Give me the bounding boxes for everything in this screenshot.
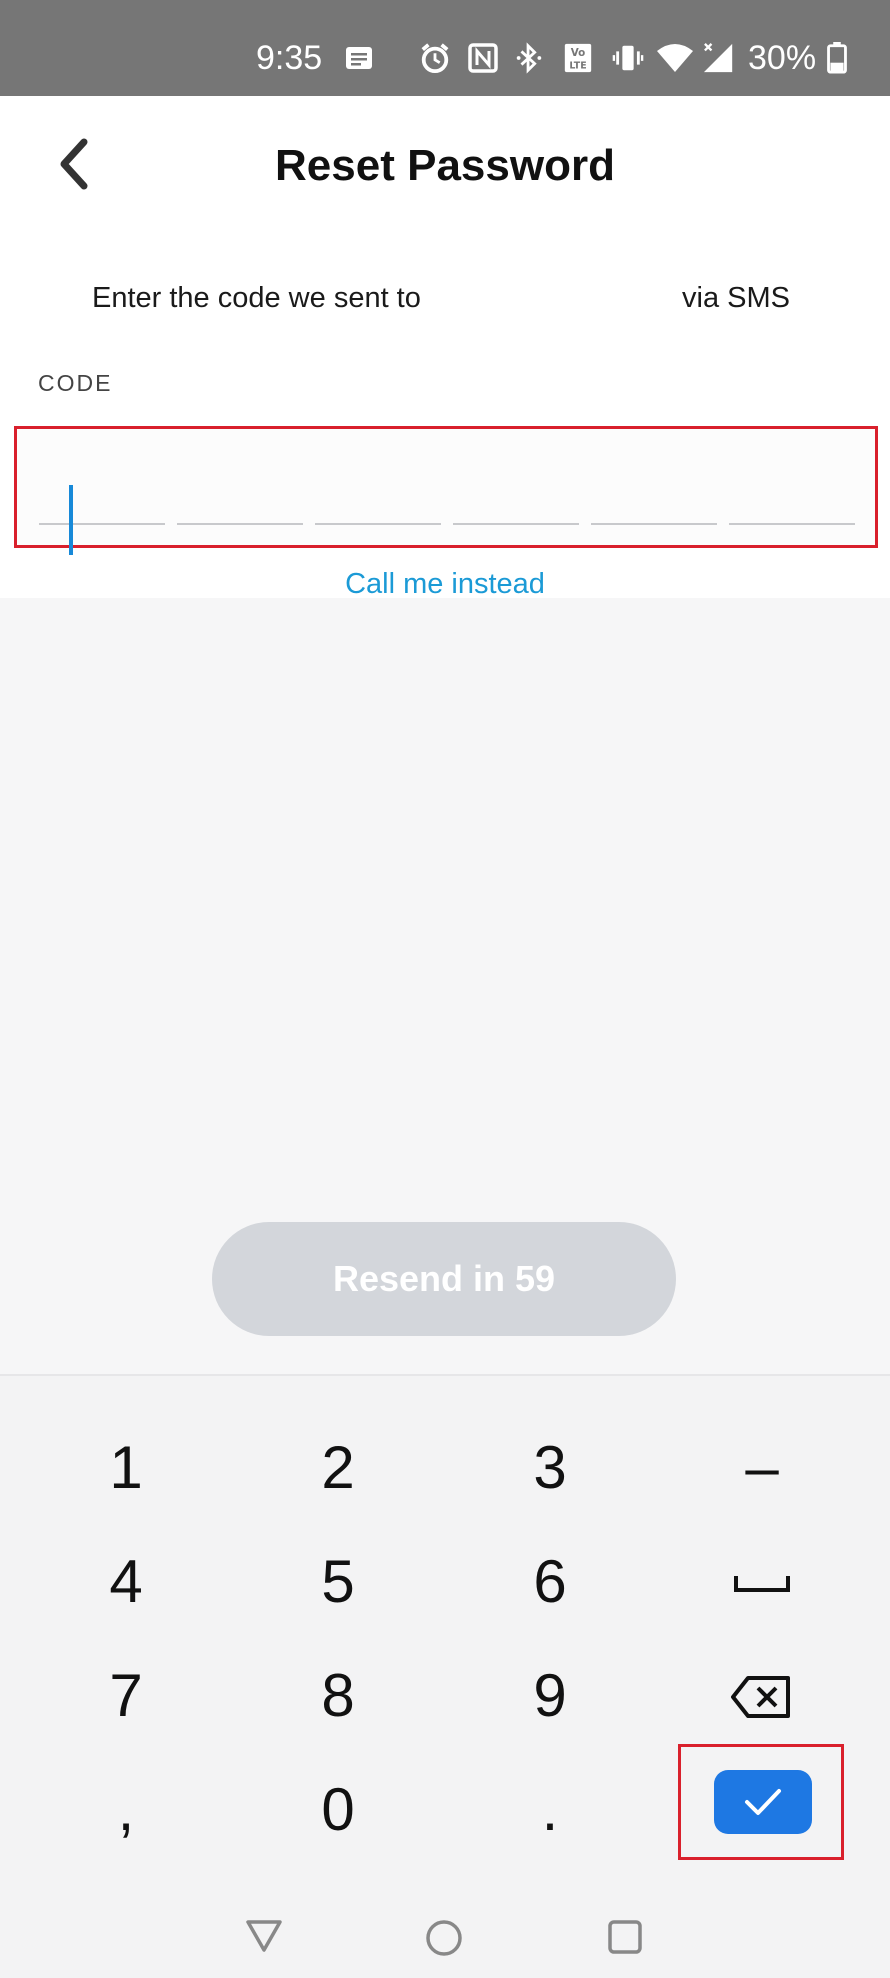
key-backspace[interactable] — [656, 1640, 868, 1752]
key-0[interactable]: 0 — [232, 1754, 444, 1866]
code-digit-4[interactable] — [453, 465, 579, 525]
checkmark-icon — [745, 1789, 781, 1815]
wifi-icon — [657, 44, 693, 72]
code-label: CODE — [38, 370, 113, 396]
code-entry-section: Enter the code we sent to via SMS CODE C… — [0, 238, 890, 600]
key-4[interactable]: 4 — [20, 1526, 232, 1638]
svg-text:LTE: LTE — [569, 60, 586, 71]
code-digit-5[interactable] — [591, 465, 717, 525]
home-circle-icon[interactable] — [424, 1918, 464, 1958]
volte-icon: Vo LTE — [564, 43, 592, 73]
key-2[interactable]: 2 — [232, 1412, 444, 1524]
backspace-icon — [731, 1676, 790, 1718]
battery-icon — [827, 42, 847, 74]
app-bar: Reset Password — [0, 96, 890, 238]
call-me-instead-link[interactable]: Call me instead — [0, 566, 890, 602]
bluetooth-icon — [516, 42, 542, 74]
status-time: 9:35 — [256, 39, 323, 77]
code-digit-1[interactable] — [39, 465, 165, 555]
status-bar: 9:35 Vo LTE 30% — [0, 0, 890, 96]
key-1[interactable]: 1 — [20, 1412, 232, 1524]
back-triangle-icon[interactable] — [244, 1918, 284, 1954]
space-icon — [734, 1576, 790, 1592]
key-6[interactable]: 6 — [444, 1526, 656, 1638]
message-icon — [346, 47, 372, 69]
numeric-keyboard: 1 2 3 – 4 5 6 7 8 9 , 0 . — [0, 1374, 890, 1978]
resend-button[interactable]: Resend in 59 — [212, 1222, 676, 1336]
key-5[interactable]: 5 — [232, 1526, 444, 1638]
instruction-suffix: via SMS — [682, 282, 790, 314]
code-digit-2[interactable] — [177, 465, 303, 525]
signal-icon — [703, 43, 733, 73]
vibrate-icon — [612, 45, 644, 71]
page-title: Reset Password — [275, 141, 615, 190]
instruction-text: Enter the code we sent to — [92, 282, 421, 314]
key-dash[interactable]: – — [656, 1412, 868, 1524]
alarm-icon — [421, 43, 449, 74]
key-comma[interactable]: , — [20, 1754, 232, 1866]
recents-square-icon[interactable] — [606, 1918, 644, 1956]
key-8[interactable]: 8 — [232, 1640, 444, 1752]
key-3[interactable]: 3 — [444, 1412, 656, 1524]
key-9[interactable]: 9 — [444, 1640, 656, 1752]
key-period[interactable]: . — [444, 1754, 656, 1866]
code-digit-6[interactable] — [729, 465, 855, 525]
enter-key[interactable] — [714, 1770, 812, 1834]
key-7[interactable]: 7 — [20, 1640, 232, 1752]
code-digit-3[interactable] — [315, 465, 441, 525]
svg-text:Vo: Vo — [571, 47, 586, 59]
nfc-icon — [468, 43, 498, 73]
key-space[interactable] — [656, 1526, 868, 1638]
text-cursor — [69, 485, 73, 555]
battery-percentage: 30% — [748, 39, 817, 77]
code-input[interactable] — [14, 426, 878, 555]
